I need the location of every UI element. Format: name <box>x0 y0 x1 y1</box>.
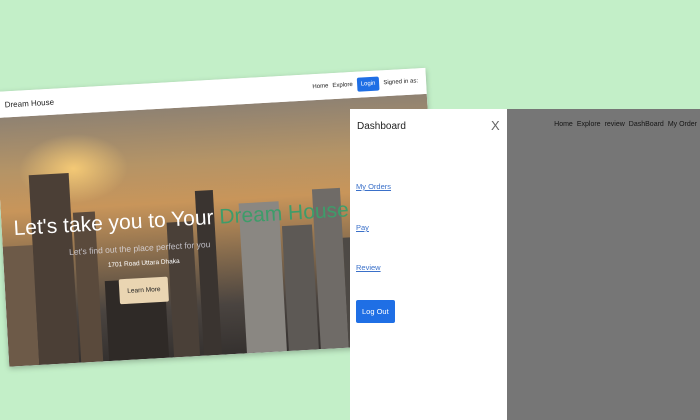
drawer-title: Dashboard <box>357 121 406 132</box>
close-icon[interactable]: X <box>491 119 500 132</box>
brand-logo[interactable]: Dream House <box>4 97 54 109</box>
nav-home-link[interactable]: Home <box>312 83 328 90</box>
drawer-link-review[interactable]: Review <box>356 263 381 272</box>
landing-nav-links: Home Explore Login Signed in as: <box>312 74 418 94</box>
topnav-explore-link[interactable]: Explore <box>577 121 601 128</box>
login-button[interactable]: Login <box>356 76 380 92</box>
topnav-review-link[interactable]: review <box>605 121 625 128</box>
nav-explore-link[interactable]: Explore <box>332 82 353 89</box>
logout-button[interactable]: Log Out <box>356 300 395 323</box>
topnav-home-link[interactable]: Home <box>554 121 573 128</box>
topnav-dashboard-link[interactable]: DashBoard <box>629 121 664 128</box>
learn-more-button[interactable]: Learn More <box>118 276 170 305</box>
dashboard-top-nav: Home Explore review DashBoard My Order <box>554 121 697 128</box>
drawer-link-pay[interactable]: Pay <box>356 223 369 232</box>
skyline-building <box>281 224 319 351</box>
dashboard-screenshot: Dashboard X My Orders Pay Review Log Out… <box>350 109 700 420</box>
signed-in-status: Signed in as: <box>383 78 419 87</box>
topnav-my-order-link[interactable]: My Order <box>668 121 697 128</box>
drawer-link-my-orders[interactable]: My Orders <box>356 182 391 191</box>
dashboard-drawer: Dashboard X My Orders Pay Review Log Out <box>350 109 507 420</box>
